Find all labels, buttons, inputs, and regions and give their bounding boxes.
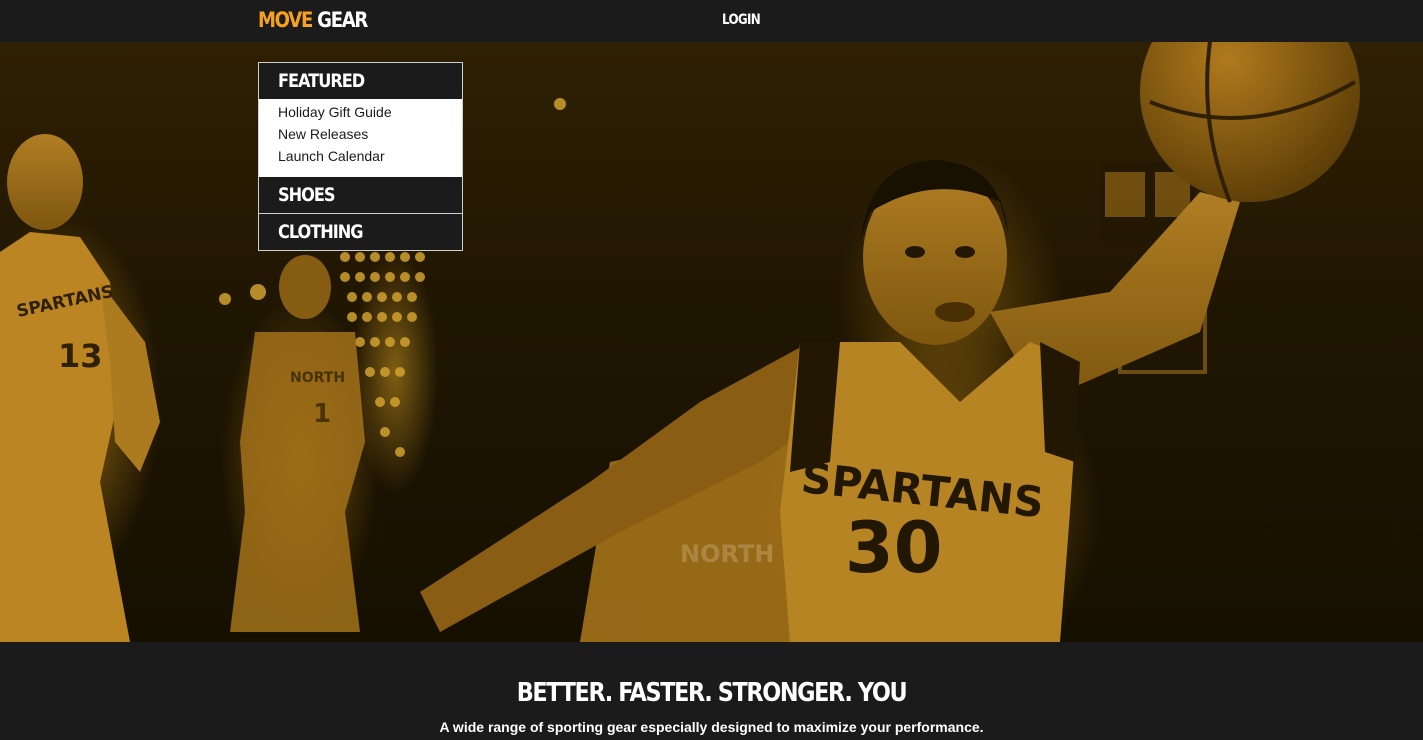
submenu-item-launch-calendar[interactable]: Launch Calendar bbox=[278, 145, 462, 167]
top-nav-bar: MOVE GEAR LOGIN bbox=[0, 0, 1423, 42]
category-menu: FEATURED Holiday Gift Guide New Releases… bbox=[258, 62, 463, 251]
intro-subline: A wide range of sporting gear especially… bbox=[439, 719, 984, 735]
featured-submenu: Holiday Gift Guide New Releases Launch C… bbox=[259, 99, 462, 177]
menu-shoes-label: SHOES bbox=[278, 184, 335, 206]
brand-logo[interactable]: MOVE GEAR bbox=[258, 8, 368, 32]
intro-headline: BETTER. FASTER. STRONGER. YOU bbox=[0, 678, 1423, 708]
submenu-item-new-releases[interactable]: New Releases bbox=[278, 123, 462, 145]
menu-shoes[interactable]: SHOES bbox=[259, 177, 462, 213]
login-link[interactable]: LOGIN bbox=[722, 12, 761, 28]
menu-featured[interactable]: FEATURED bbox=[259, 63, 462, 99]
menu-clothing-label: CLOTHING bbox=[278, 221, 363, 243]
menu-featured-label: FEATURED bbox=[278, 70, 365, 92]
logo-gear-text: GEAR bbox=[317, 8, 368, 32]
intro-headline-text: BETTER. FASTER. STRONGER. YOU bbox=[516, 678, 908, 708]
hero-image: SPARTANS 13 NORTH 1 NORTH SPARTANS 30 bbox=[0, 42, 1423, 642]
hero-illustration: SPARTANS 13 NORTH 1 NORTH SPARTANS 30 bbox=[0, 42, 1423, 642]
menu-clothing[interactable]: CLOTHING bbox=[259, 214, 462, 250]
submenu-item-holiday-gift-guide[interactable]: Holiday Gift Guide bbox=[278, 101, 462, 123]
logo-move-text: MOVE bbox=[258, 8, 313, 32]
